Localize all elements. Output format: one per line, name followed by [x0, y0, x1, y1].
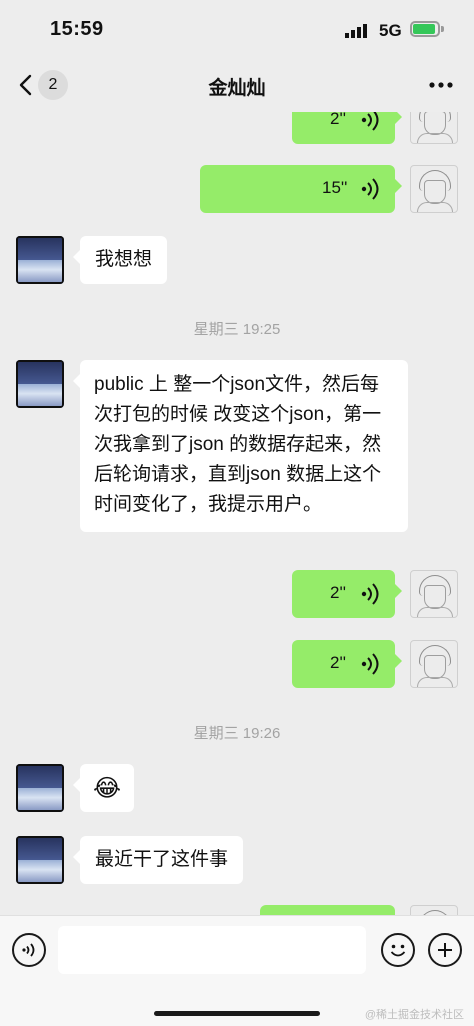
chat-header: 2 金灿灿 [0, 60, 474, 112]
message-input[interactable] [58, 926, 366, 974]
battery-cap [441, 26, 444, 32]
message-text: public 上 整一个json文件，然后每次打包的时候 改变这个json，第一… [94, 374, 382, 515]
message-timestamp: 星期三 19:25 [193, 321, 281, 338]
my-avatar[interactable] [410, 905, 458, 915]
contact-avatar[interactable] [16, 764, 64, 812]
voice-input-icon[interactable] [12, 933, 46, 967]
watermark: @稀土掘金技术社区 [364, 1009, 464, 1021]
input-bar: @稀土掘金技术社区 [0, 915, 474, 1026]
voice-wave-icon [361, 112, 379, 131]
text-message[interactable]: 最近干了这件事 [72, 836, 244, 884]
contact-avatar[interactable] [16, 836, 64, 884]
voice-duration: 2'' [330, 112, 346, 128]
message-bubble-partial[interactable] [260, 905, 395, 915]
voice-wave-icon [361, 583, 379, 605]
battery-icon [410, 21, 440, 37]
voice-duration: 2'' [330, 583, 346, 602]
contact-avatar[interactable] [16, 360, 64, 408]
more-options-icon[interactable] [426, 70, 456, 100]
voice-wave-icon [361, 178, 379, 200]
status-time: 15:59 [50, 18, 104, 40]
my-avatar[interactable] [410, 640, 458, 688]
text-message[interactable]: public 上 整一个json文件，然后每次打包的时候 改变这个json，第一… [73, 360, 408, 532]
cellular-signal-icon [345, 24, 367, 38]
laughing-tears-emoji-icon: 😂 [92, 774, 122, 802]
add-attachment-icon[interactable] [428, 933, 462, 967]
voice-duration: 15'' [322, 178, 348, 197]
voice-duration: 2'' [330, 653, 346, 672]
message-text: 最近干了这件事 [95, 849, 229, 870]
my-avatar[interactable] [410, 570, 458, 618]
voice-message[interactable]: 2'' [292, 112, 402, 144]
message-text: 我想想 [95, 249, 153, 270]
contact-avatar[interactable] [16, 236, 64, 284]
voice-message[interactable]: 2'' [292, 640, 402, 688]
text-message[interactable]: 我想想 [72, 236, 168, 284]
emoji-picker-icon[interactable] [381, 933, 415, 967]
my-avatar[interactable] [410, 165, 458, 213]
home-indicator[interactable] [154, 1011, 320, 1016]
status-bar: 15:59 5G [0, 0, 474, 60]
message-list[interactable]: 2'' 15'' 我想想 星期三 19:25 public 上 整一个json文… [0, 112, 474, 915]
my-avatar[interactable] [410, 112, 458, 144]
message-timestamp: 星期三 19:26 [193, 725, 281, 742]
voice-message[interactable]: 15'' [200, 165, 402, 213]
chat-title: 金灿灿 [208, 78, 266, 99]
voice-wave-icon [361, 653, 379, 675]
network-type: 5G [379, 21, 402, 40]
voice-message[interactable]: 2'' [292, 570, 402, 618]
emoji-message[interactable]: 😂 [73, 764, 134, 812]
